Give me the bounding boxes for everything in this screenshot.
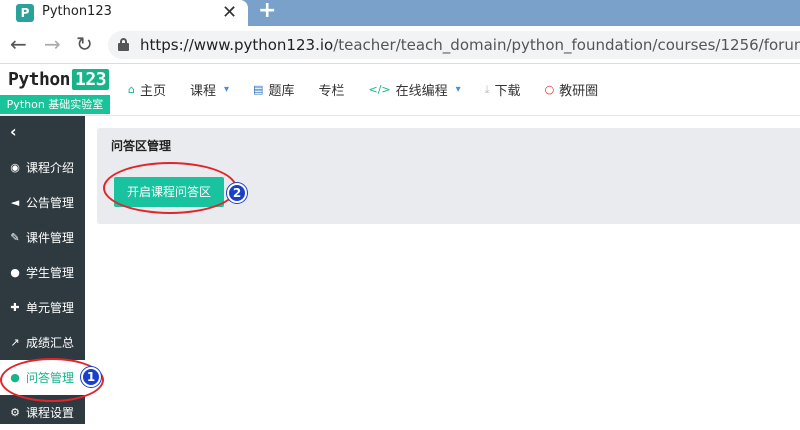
back-arrow-icon[interactable]: ← (10, 34, 27, 54)
nav-home[interactable]: ⌂ 主页 (128, 80, 166, 99)
url-host: https://www.python123.io (140, 36, 334, 54)
circle-icon: ○ (544, 83, 555, 96)
download-icon: ⤓ (484, 82, 490, 96)
database-icon: ▤ (253, 83, 264, 96)
lock-icon (118, 38, 129, 51)
nav-courses[interactable]: 课程 ▾ (190, 80, 229, 99)
browser-tab[interactable]: P Python123 ✕ (0, 0, 248, 26)
sidebar-item-announcements[interactable]: ◄ 公告管理 (0, 185, 85, 220)
sidebar-item-label: 单元管理 (26, 301, 75, 315)
highlight-oval-2 (103, 162, 237, 214)
address-bar[interactable]: https://www.python123.io/teacher/teach_d… (108, 31, 800, 59)
sidebar-item-courseware[interactable]: ✎ 课件管理 (0, 220, 85, 255)
forward-arrow-icon[interactable]: → (44, 34, 61, 54)
nav-columns[interactable]: 专栏 (318, 80, 344, 99)
dashboard-icon: ◉ (10, 161, 20, 174)
nav-label: 下载 (494, 84, 521, 99)
top-nav: ⌂ 主页 课程 ▾ ▤ 题库 专栏 </> 在线编程 ▾ ⤓ 下载 ○ 教研圈 (128, 80, 622, 100)
nav-label: 专栏 (318, 84, 345, 99)
nav-teaching-circle[interactable]: ○ 教研圈 (545, 80, 599, 99)
bullhorn-icon: ◄ (10, 196, 20, 209)
logo-text: Python (8, 69, 71, 90)
panel-title: 问答区管理 (111, 139, 172, 153)
sidebar-item-label: 课件管理 (26, 231, 75, 245)
logo-number: 123 (72, 69, 110, 90)
chart-icon: ↗ (10, 336, 20, 349)
sidebar-item-course-intro[interactable]: ◉ 课程介绍 (0, 150, 85, 185)
site-logo[interactable]: Python 123 Python 基础实验室 (0, 64, 110, 116)
nav-label: 教研圈 (559, 84, 599, 99)
collapse-sidebar-icon[interactable]: ‹ (10, 122, 17, 141)
url-text: https://www.python123.io/teacher/teach_d… (140, 36, 800, 54)
nav-online-coding[interactable]: </> 在线编程 ▾ (368, 80, 460, 99)
code-icon: </> (368, 83, 391, 96)
chevron-down-icon: ▾ (224, 84, 230, 95)
nav-question-bank[interactable]: ▤ 题库 (253, 80, 294, 99)
sidebar-item-label: 课程设置 (26, 406, 75, 420)
sidebar-item-grades[interactable]: ↗ 成绩汇总 (0, 325, 85, 360)
sidebar-item-label: 学生管理 (26, 266, 75, 280)
logo-subtitle: Python 基础实验室 (0, 95, 110, 114)
browser-tabstrip: P Python123 ✕ + (0, 0, 800, 26)
tab-title: Python123 (42, 4, 112, 19)
step-marker-1: 1 (81, 367, 101, 387)
step-marker-2: 2 (227, 183, 247, 203)
gear-icon: ⚙ (10, 406, 20, 419)
nav-label: 主页 (139, 84, 166, 99)
sidebar-item-students[interactable]: ● 学生管理 (0, 255, 85, 290)
new-tab-icon[interactable]: + (258, 0, 276, 23)
nav-label: 题库 (268, 84, 295, 99)
sidebar-item-label: 成绩汇总 (26, 336, 75, 350)
nav-label: 课程 (190, 84, 217, 99)
sidebar-item-label: 公告管理 (26, 196, 75, 210)
reload-icon[interactable]: ↻ (76, 34, 93, 54)
puzzle-icon: ✚ (10, 301, 20, 314)
url-path: /teacher/teach_domain/python_foundation/… (333, 36, 800, 54)
user-icon: ● (10, 266, 20, 279)
home-icon: ⌂ (128, 83, 135, 96)
python123-favicon-icon: P (16, 4, 34, 22)
close-tab-icon[interactable]: ✕ (222, 2, 237, 23)
nav-download[interactable]: ⤓ 下载 (484, 80, 521, 100)
nav-label: 在线编程 (395, 84, 448, 99)
app-header: Python 123 Python 基础实验室 ⌂ 主页 课程 ▾ ▤ 题库 专栏 </… (0, 64, 800, 116)
paperclip-icon: ✎ (10, 231, 20, 244)
browser-toolbar: ← → ↻ https://www.python123.io/teacher/t… (0, 26, 800, 64)
chevron-down-icon: ▾ (455, 84, 461, 95)
sidebar-item-label: 课程介绍 (26, 161, 75, 175)
logo-wordmark: Python 123 (8, 69, 110, 90)
sidebar-item-units[interactable]: ✚ 单元管理 (0, 290, 85, 325)
